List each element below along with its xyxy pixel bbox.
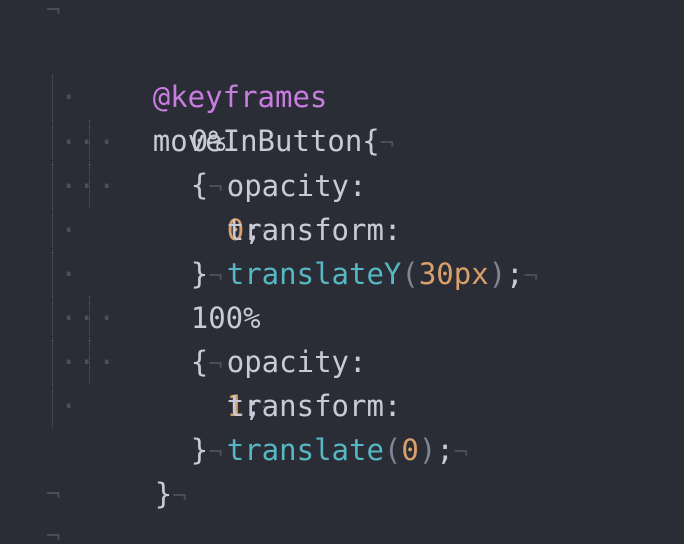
indent-dot: · [78,169,96,203]
indent-dot: · [78,301,96,335]
code-line-close-brace-inner[interactable]: · }¬ [0,208,684,291]
indent-dot: · [78,345,96,379]
indent-guide [52,75,53,119]
indent-guide [52,252,53,296]
eol-marker: ¬ [46,480,61,508]
indent-dot: · [98,169,116,203]
indent-dot: · [98,125,116,159]
indent-dot: · [98,301,116,335]
code-line-opacity-1[interactable]: · · · opacity: 1;¬ [0,296,684,423]
indent-dot: · [60,80,78,114]
code-line-close-brace-inner-2[interactable]: · }¬ [0,384,684,467]
code-editor[interactable]: ¬ @keyframes moveInButton{¬ · 0% {¬ · · … [0,0,684,544]
indent-dot: · [98,345,116,379]
eol-marker: ¬ [46,522,61,544]
indent-dot: · [60,345,78,379]
code-line-selector-100[interactable]: · 100% {¬ [0,252,684,379]
indent-dot: · [60,213,78,247]
indent-guide [52,296,53,340]
code-line-opacity-0[interactable]: · · · opacity: 0;¬ [0,120,684,247]
indent-guide [52,164,53,208]
code-line-selector-0[interactable]: · 0% {¬ [0,75,684,202]
indent-dot: · [60,257,78,291]
code-line-transform-translate[interactable]: · · · transform: translate(0);¬ [0,340,684,467]
indent-guide [52,120,53,164]
indent-dot: · [60,169,78,203]
indent-dot: · [60,301,78,335]
code-line-empty[interactable]: ¬ [0,472,684,516]
indent-dot: · [60,125,78,159]
code-line-empty-bottom[interactable]: ¬ [0,514,684,544]
indent-guide [52,384,53,428]
code-line-close-brace-outer[interactable]: }¬ [0,428,684,511]
code-line-keyframes[interactable]: @keyframes moveInButton{¬ [0,31,684,158]
indent-dot: · [60,389,78,423]
code-line-empty-top[interactable]: ¬ [0,0,684,32]
code-line-transform-translatey[interactable]: · · · transform: translateY(30px);¬ [0,164,684,291]
indent-dot: · [78,125,96,159]
indent-guide [52,340,53,384]
eol-marker: ¬ [46,0,61,24]
indent-guide [52,208,53,252]
